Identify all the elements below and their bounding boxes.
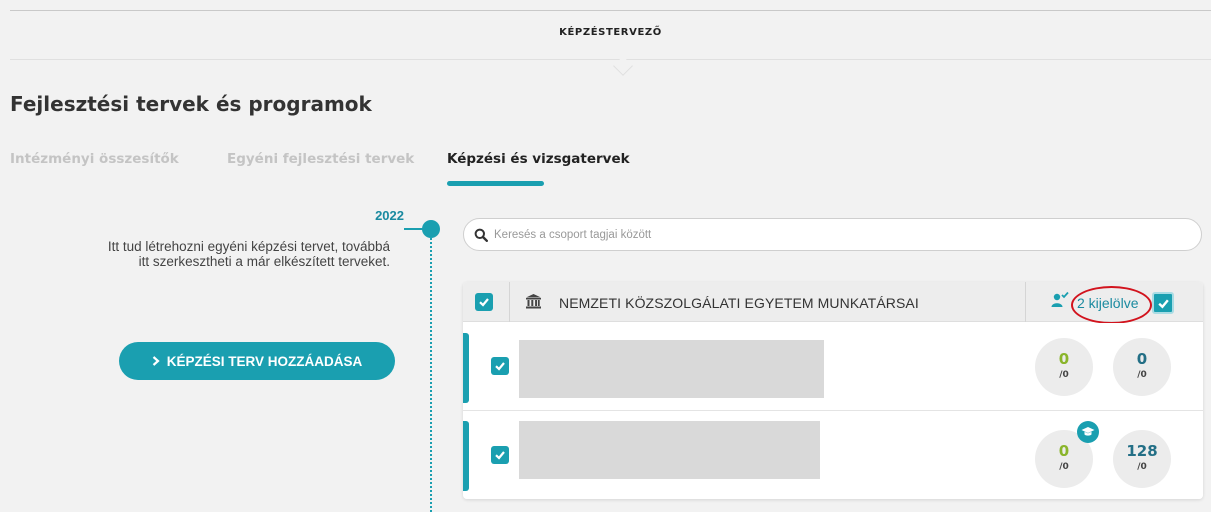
active-tab-indicator: [447, 181, 544, 186]
member-name-redacted: [519, 340, 824, 398]
exam-stat-count: 128: [1126, 442, 1158, 460]
checkmark-icon: [495, 362, 505, 371]
exam-stat-circle: 0 /0: [1113, 338, 1171, 396]
plan-stat-circle: 0 /0: [1035, 338, 1093, 396]
tab-training-exam-plans[interactable]: Képzési és vizsgatervek: [447, 151, 630, 167]
selection-highlight-ring: [1071, 286, 1152, 324]
select-all-checkbox[interactable]: [475, 293, 493, 311]
exam-stat-total: /0: [1137, 462, 1147, 472]
timeline-line: [430, 238, 432, 512]
member-search-box[interactable]: [463, 218, 1202, 251]
plan-stat-count: 0: [1058, 442, 1070, 460]
exam-stat-circle: 128 /0: [1113, 430, 1171, 488]
member-search-input[interactable]: [494, 228, 1154, 241]
group-header: NEMZETI KÖZSZOLGÁLATI EGYETEM MUNKATÁRSA…: [463, 282, 1203, 324]
tab-individual-development-plans[interactable]: Egyéni fejlesztési tervek: [227, 151, 414, 167]
app-title: KÉPZÉSTERVEZŐ: [559, 27, 662, 38]
page-title: Fejlesztési tervek és programok: [10, 92, 372, 116]
header-caret: [613, 56, 633, 76]
institution-icon: [526, 294, 541, 309]
checkmark-icon: [495, 451, 505, 460]
timeline-connector: [404, 228, 424, 230]
group-card: NEMZETI KÖZSZOLGÁLATI EGYETEM MUNKATÁRSA…: [463, 282, 1203, 499]
plan-stat-total: /0: [1059, 370, 1069, 380]
row-accent-bar: [463, 421, 469, 491]
header-divider-right: [1025, 282, 1026, 322]
member-checkbox[interactable]: [491, 446, 509, 464]
graduation-cap-icon: [1077, 421, 1099, 443]
users-check-icon: [1051, 291, 1069, 307]
group-name: NEMZETI KÖZSZOLGÁLATI EGYETEM MUNKATÁRSA…: [559, 295, 919, 311]
app-header: KÉPZÉSTERVEZŐ: [10, 11, 1211, 76]
checkmark-icon: [1157, 298, 1169, 308]
member-name-redacted: [519, 421, 820, 479]
plan-stat-count: 0: [1058, 350, 1070, 368]
member-checkbox[interactable]: [491, 357, 509, 375]
selected-toggle-checkbox[interactable]: [1152, 292, 1174, 314]
add-training-plan-label: KÉPZÉSI TERV HOZZÁADÁSA: [166, 353, 363, 369]
search-icon: [474, 228, 488, 242]
add-training-plan-button[interactable]: KÉPZÉSI TERV HOZZÁADÁSA: [119, 342, 395, 380]
member-row[interactable]: 0 /0 0 /0: [463, 323, 1203, 411]
checkmark-icon: [479, 298, 489, 307]
row-accent-bar: [463, 333, 469, 403]
timeline-description: Itt tud létrehozni egyéni képzési tervet…: [107, 239, 390, 269]
tab-institutional-summaries[interactable]: Intézményi összesítők: [10, 151, 179, 167]
exam-stat-count: 0: [1136, 350, 1148, 368]
plan-stat-total: /0: [1059, 462, 1069, 472]
exam-stat-total: /0: [1137, 370, 1147, 380]
member-row[interactable]: 0 /0 128 /0: [463, 411, 1203, 499]
timeline-dot: [422, 220, 440, 238]
timeline-year: 2022: [375, 208, 404, 223]
chevron-right-icon: [152, 353, 160, 369]
header-divider-left: [509, 282, 510, 322]
